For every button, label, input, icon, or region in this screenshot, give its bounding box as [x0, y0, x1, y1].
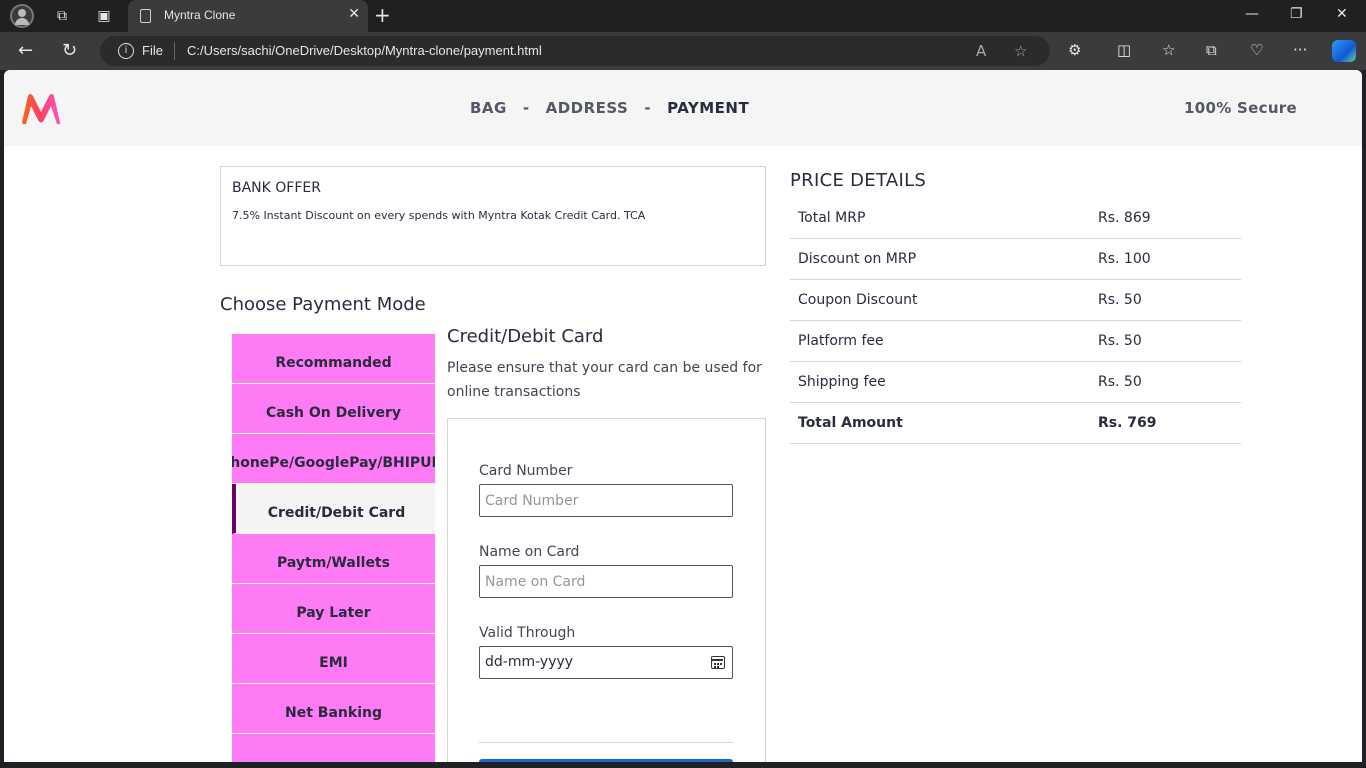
total-amount-row: Total Amount Rs. 769 — [790, 403, 1241, 444]
name-on-card-input[interactable] — [479, 565, 733, 598]
browser-tabbar: ⧉ ▣ Myntra Clone ✕ + — ❐ ✕ — [0, 0, 1366, 32]
restore-icon[interactable]: ❐ — [1290, 6, 1303, 22]
card-number-input[interactable] — [479, 484, 733, 517]
browser-essentials-icon[interactable]: ♡ — [1250, 41, 1263, 59]
file-label: File — [142, 43, 163, 58]
price-value: Rs. 50 — [1098, 292, 1142, 308]
pay-now-button[interactable] — [479, 759, 733, 762]
price-value: Rs. 50 — [1098, 374, 1142, 390]
info-icon[interactable]: i — [118, 43, 134, 59]
mode-net-banking[interactable]: Net Banking — [232, 684, 435, 734]
payment-mode-list: Recommanded Cash On Delivery PhonePe/Goo… — [232, 334, 435, 762]
browser-toolbar: ← ↻ i File C:/Users/sachi/OneDrive/Deskt… — [0, 32, 1366, 70]
price-label: Discount on MRP — [798, 251, 917, 267]
mode-more[interactable] — [232, 734, 435, 762]
price-details-table: Total MRP Rs. 869 Discount on MRP Rs. 10… — [790, 198, 1241, 444]
card-number-label: Card Number — [479, 463, 573, 479]
total-amount-label: Total Amount — [798, 415, 903, 431]
date-placeholder: dd-mm-yyyy — [485, 654, 574, 670]
mode-paytm-wallets[interactable]: Paytm/Wallets — [232, 534, 435, 584]
favorite-star-icon[interactable]: ☆ — [1014, 42, 1027, 60]
bank-offer-box: BANK OFFER 7.5% Instant Discount on ever… — [220, 166, 766, 266]
minimize-icon[interactable]: — — [1245, 6, 1259, 22]
price-label: Platform fee — [798, 333, 884, 349]
split-screen-icon[interactable]: ◫ — [1117, 41, 1131, 59]
extensions-icon[interactable]: ⚙ — [1068, 41, 1081, 59]
refresh-icon[interactable]: ↻ — [62, 40, 77, 61]
price-row: Shipping fee Rs. 50 — [790, 362, 1241, 403]
mode-recommended[interactable]: Recommanded — [232, 334, 435, 384]
url-text[interactable]: C:/Users/sachi/OneDrive/Desktop/Myntra-c… — [187, 43, 542, 58]
price-label: Shipping fee — [798, 374, 886, 390]
address-bar[interactable]: i File C:/Users/sachi/OneDrive/Desktop/M… — [100, 36, 1050, 66]
favorites-icon[interactable]: ☆ — [1162, 41, 1175, 59]
card-form: Card Number Name on Card Valid Through d… — [447, 418, 766, 762]
bank-offer-text: 7.5% Instant Discount on every spends wi… — [232, 209, 646, 222]
bank-offer-title: BANK OFFER — [232, 180, 321, 196]
payment-mode-heading: Choose Payment Mode — [220, 294, 426, 315]
price-row: Platform fee Rs. 50 — [790, 321, 1241, 362]
secure-badge: 100% Secure — [1184, 99, 1297, 117]
profile-avatar[interactable] — [10, 4, 34, 28]
price-row: Discount on MRP Rs. 100 — [790, 239, 1241, 280]
read-aloud-icon[interactable]: A — [976, 42, 986, 60]
tab-title: Myntra Clone — [164, 8, 236, 22]
price-row: Coupon Discount Rs. 50 — [790, 280, 1241, 321]
valid-through-label: Valid Through — [479, 625, 576, 641]
close-tab-icon[interactable]: ✕ — [348, 6, 360, 22]
calendar-icon[interactable] — [711, 656, 725, 669]
mode-credit-debit-card[interactable]: Credit/Debit Card — [232, 484, 435, 534]
price-value: Rs. 869 — [1098, 210, 1151, 226]
mode-cash-on-delivery[interactable]: Cash On Delivery — [232, 384, 435, 434]
close-window-icon[interactable]: ✕ — [1336, 6, 1348, 22]
site-header: BAG - ADDRESS - PAYMENT 100% Secure — [4, 70, 1362, 146]
name-on-card-label: Name on Card — [479, 544, 580, 560]
browser-tab[interactable]: Myntra Clone ✕ — [128, 0, 368, 32]
mode-pay-later[interactable]: Pay Later — [232, 584, 435, 634]
step-bag[interactable]: BAG — [470, 99, 507, 117]
card-section-title: Credit/Debit Card — [447, 326, 604, 347]
price-label: Total MRP — [798, 210, 866, 226]
card-section-description: Please ensure that your card can be used… — [447, 360, 762, 400]
new-tab-icon[interactable]: + — [374, 3, 391, 27]
mode-upi[interactable]: PhonePe/GooglePay/BHIPUPI — [232, 434, 435, 484]
total-amount-value: Rs. 769 — [1098, 415, 1157, 431]
form-divider — [479, 742, 733, 743]
collections-icon[interactable]: ⧉ — [1206, 41, 1217, 59]
step-payment[interactable]: PAYMENT — [667, 99, 749, 117]
price-row: Total MRP Rs. 869 — [790, 198, 1241, 239]
workspaces-icon[interactable]: ⧉ — [50, 4, 74, 28]
price-details-title: PRICE DETAILS — [790, 170, 927, 191]
mode-emi[interactable]: EMI — [232, 634, 435, 684]
tab-actions-icon[interactable]: ▣ — [92, 4, 116, 28]
price-label: Coupon Discount — [798, 292, 918, 308]
valid-through-date-input[interactable]: dd-mm-yyyy — [479, 646, 733, 679]
price-value: Rs. 100 — [1098, 251, 1151, 267]
step-address[interactable]: ADDRESS — [546, 99, 629, 117]
price-value: Rs. 50 — [1098, 333, 1142, 349]
page-viewport: BAG - ADDRESS - PAYMENT 100% Secure BANK… — [4, 70, 1362, 762]
checkout-steps: BAG - ADDRESS - PAYMENT — [470, 99, 750, 117]
page-icon — [140, 9, 151, 23]
copilot-icon[interactable] — [1332, 40, 1356, 62]
myntra-logo-icon[interactable] — [20, 92, 62, 126]
more-menu-icon[interactable]: ··· — [1293, 41, 1307, 59]
back-icon[interactable]: ← — [18, 40, 33, 61]
